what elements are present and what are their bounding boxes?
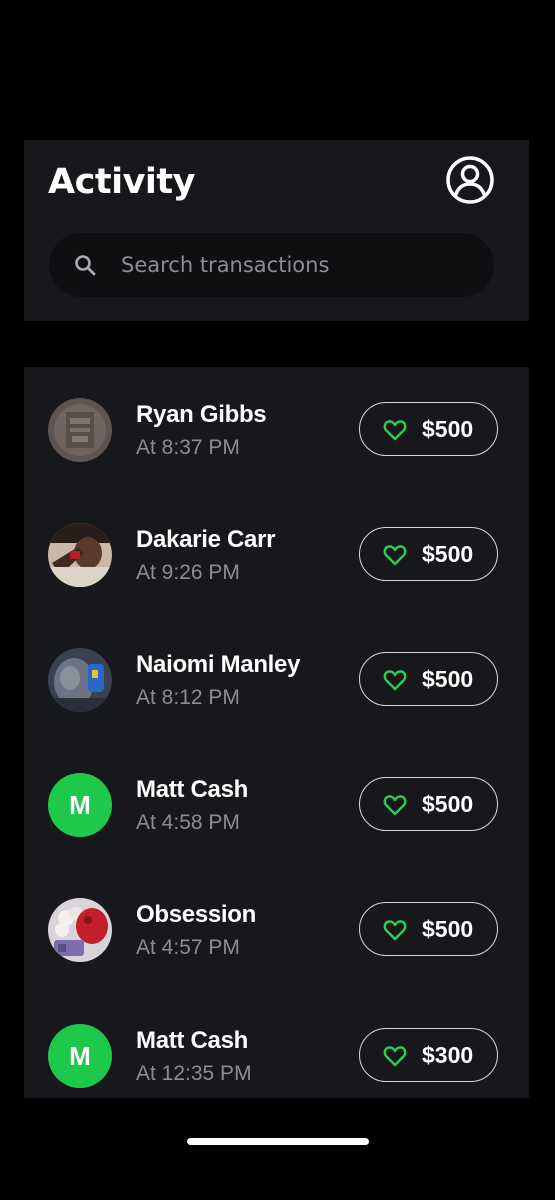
contact-name: Obsession bbox=[136, 901, 257, 928]
transaction-row[interactable]: M Matt Cash At 12:35 PM $300 bbox=[24, 993, 529, 1098]
transaction-row[interactable]: Naiomi Manley At 8:12 PM $500 bbox=[24, 617, 529, 742]
heart-icon bbox=[383, 670, 407, 691]
home-indicator[interactable] bbox=[187, 1138, 369, 1145]
amount-value: $500 bbox=[422, 791, 474, 817]
search-bar[interactable] bbox=[49, 233, 494, 297]
amount-button[interactable]: $500 bbox=[359, 652, 498, 706]
user-circle-icon bbox=[446, 156, 494, 204]
avatar: M bbox=[48, 773, 112, 837]
amount-value: $500 bbox=[422, 416, 474, 442]
page-title: Activity bbox=[48, 162, 195, 202]
heart-icon bbox=[383, 545, 407, 566]
amount-value: $500 bbox=[422, 916, 474, 942]
amount-value: $500 bbox=[422, 541, 474, 567]
amount-value: $500 bbox=[422, 666, 474, 692]
contact-name: Matt Cash bbox=[136, 1027, 248, 1054]
contact-name: Matt Cash bbox=[136, 776, 248, 803]
contact-name: Naiomi Manley bbox=[136, 651, 301, 678]
heart-icon bbox=[383, 1046, 407, 1067]
heart-icon bbox=[383, 420, 407, 441]
transaction-row[interactable]: Ryan Gibbs At 8:37 PM $500 bbox=[24, 367, 529, 492]
transaction-row[interactable]: Dakarie Carr At 9:26 PM $500 bbox=[24, 492, 529, 617]
contact-name: Dakarie Carr bbox=[136, 526, 276, 553]
transaction-time: At 12:35 PM bbox=[136, 1062, 252, 1085]
amount-button[interactable]: $500 bbox=[359, 402, 498, 456]
profile-button[interactable] bbox=[445, 155, 495, 205]
amount-button[interactable]: $500 bbox=[359, 902, 498, 956]
search-icon bbox=[75, 255, 96, 276]
avatar bbox=[48, 898, 112, 962]
transaction-time: At 8:37 PM bbox=[136, 436, 240, 459]
contact-name: Ryan Gibbs bbox=[136, 401, 267, 428]
heart-icon bbox=[383, 795, 407, 816]
amount-button[interactable]: $300 bbox=[359, 1028, 498, 1082]
amount-button[interactable]: $500 bbox=[359, 527, 498, 581]
transaction-time: At 4:58 PM bbox=[136, 811, 240, 834]
transaction-row[interactable]: M Matt Cash At 4:58 PM $500 bbox=[24, 742, 529, 867]
heart-icon bbox=[383, 920, 407, 941]
amount-button[interactable]: $500 bbox=[359, 777, 498, 831]
transaction-time: At 4:57 PM bbox=[136, 936, 240, 959]
search-input[interactable] bbox=[121, 233, 471, 297]
transaction-row[interactable]: Obsession At 4:57 PM $500 bbox=[24, 867, 529, 992]
avatar bbox=[48, 648, 112, 712]
header-card: Activity bbox=[24, 140, 529, 321]
avatar bbox=[48, 398, 112, 462]
transaction-time: At 9:26 PM bbox=[136, 561, 240, 584]
amount-value: $300 bbox=[422, 1042, 474, 1068]
transaction-list: Ryan Gibbs At 8:37 PM $500 Dakarie Carr … bbox=[24, 367, 529, 1098]
avatar: M bbox=[48, 1024, 112, 1088]
transaction-time: At 8:12 PM bbox=[136, 686, 240, 709]
avatar bbox=[48, 523, 112, 587]
